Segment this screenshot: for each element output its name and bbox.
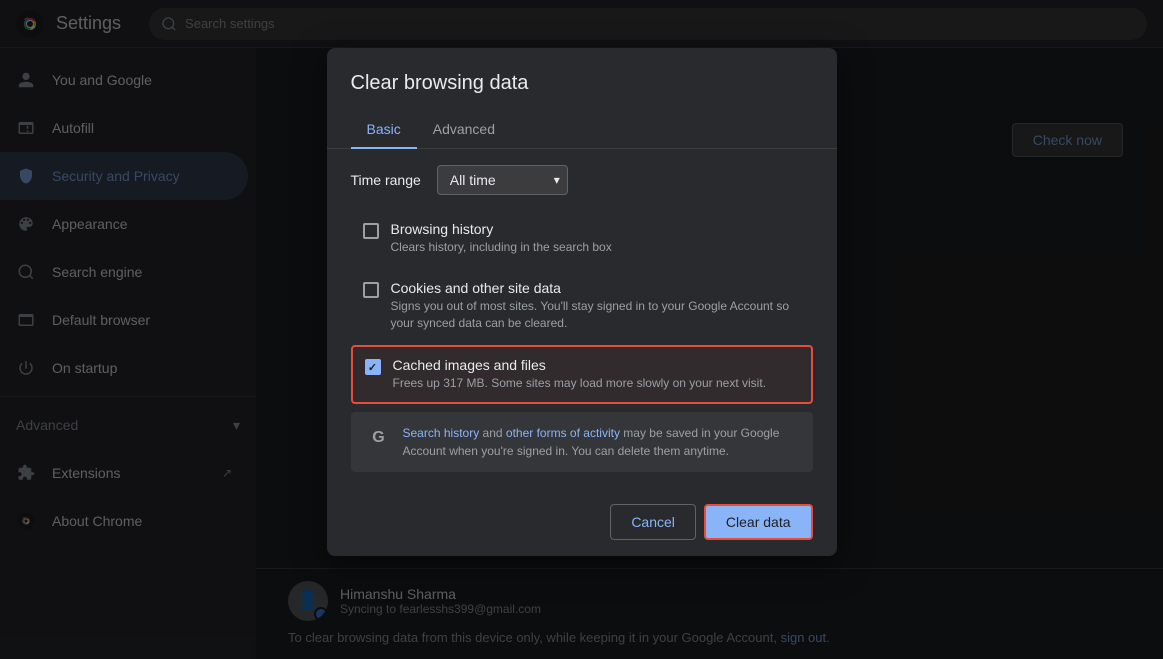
- time-range-label: Time range: [351, 172, 421, 188]
- browsing-history-item: Browsing history Clears history, includi…: [351, 211, 813, 266]
- other-activity-link[interactable]: other forms of activity: [506, 426, 620, 440]
- google-icon: G: [367, 426, 391, 450]
- cookies-title: Cookies and other site data: [391, 280, 801, 296]
- google-info-box: G Search history and other forms of acti…: [351, 412, 813, 472]
- tab-advanced[interactable]: Advanced: [417, 111, 511, 149]
- cached-images-text: Cached images and files Frees up 317 MB.…: [393, 357, 799, 392]
- time-range-select[interactable]: Last hour Last 24 hours Last 7 days Last…: [437, 165, 568, 195]
- time-range-row: Time range Last hour Last 24 hours Last …: [351, 165, 813, 195]
- browsing-history-desc: Clears history, including in the search …: [391, 239, 801, 256]
- tab-basic[interactable]: Basic: [351, 111, 417, 149]
- google-info-text: Search history and other forms of activi…: [403, 424, 797, 460]
- cookies-text: Cookies and other site data Signs you ou…: [391, 280, 801, 332]
- search-history-link[interactable]: Search history: [403, 426, 480, 440]
- cancel-button[interactable]: Cancel: [610, 504, 696, 540]
- clear-data-button[interactable]: Clear data: [704, 504, 813, 540]
- clear-browsing-data-dialog: Clear browsing data Basic Advanced Time …: [327, 48, 837, 556]
- cached-images-desc: Frees up 317 MB. Some sites may load mor…: [393, 375, 799, 392]
- dialog-footer: Cancel Clear data: [327, 488, 837, 556]
- dialog-body: Time range Last hour Last 24 hours Last …: [327, 149, 837, 488]
- browsing-history-checkbox[interactable]: [363, 223, 379, 239]
- cached-images-title: Cached images and files: [393, 357, 799, 373]
- dialog-overlay: Clear browsing data Basic Advanced Time …: [0, 0, 1163, 659]
- time-range-select-wrapper[interactable]: Last hour Last 24 hours Last 7 days Last…: [437, 165, 568, 195]
- browsing-history-text: Browsing history Clears history, includi…: [391, 221, 801, 256]
- dialog-tabs: Basic Advanced: [327, 111, 837, 149]
- cached-images-item: Cached images and files Frees up 317 MB.…: [351, 345, 813, 404]
- cookies-desc: Signs you out of most sites. You'll stay…: [391, 298, 801, 332]
- dialog-title: Clear browsing data: [327, 72, 837, 111]
- cached-images-checkbox[interactable]: [365, 359, 381, 375]
- browsing-history-title: Browsing history: [391, 221, 801, 237]
- cookies-item: Cookies and other site data Signs you ou…: [351, 270, 813, 342]
- cookies-checkbox[interactable]: [363, 282, 379, 298]
